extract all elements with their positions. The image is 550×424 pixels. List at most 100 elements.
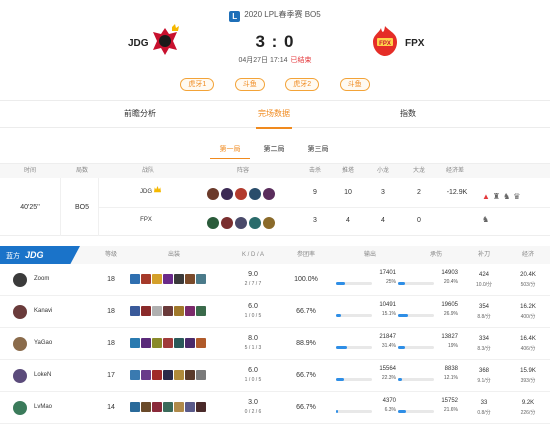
item-icon[interactable] xyxy=(130,338,140,348)
player-avatar[interactable] xyxy=(13,305,27,319)
first-tower-icon: ♜ xyxy=(492,192,501,201)
item-icon[interactable] xyxy=(130,306,140,316)
champion-icon[interactable] xyxy=(235,187,247,200)
player-name[interactable]: LvMao xyxy=(34,404,52,410)
item-icon[interactable] xyxy=(152,274,162,284)
tab-game-3[interactable]: 第三局 xyxy=(298,142,338,158)
tab-game-2[interactable]: 第二局 xyxy=(254,142,294,158)
champion-icon[interactable] xyxy=(249,187,261,200)
item-icon[interactable] xyxy=(130,370,140,380)
tab-post-match-data[interactable]: 完场数据 xyxy=(244,101,304,129)
player-name[interactable]: Kanavi xyxy=(34,308,52,314)
item-icon[interactable] xyxy=(130,274,140,284)
league-info: L 2020 LPL春季赛 BO5 xyxy=(0,9,550,22)
stream-button-huya-2[interactable]: 虎牙2 xyxy=(285,78,320,91)
player-name[interactable]: LokeN xyxy=(34,372,51,378)
item-icon[interactable] xyxy=(185,274,195,284)
player-name[interactable]: YaGao xyxy=(34,340,52,346)
game-tabs: 第一局 第二局 第三局 xyxy=(0,142,550,162)
item-icon[interactable] xyxy=(141,402,151,412)
item-icon[interactable] xyxy=(174,274,184,284)
gold-per-minute: 226/分 xyxy=(520,410,536,416)
tab-preview-analysis[interactable]: 前瞻分析 xyxy=(110,101,170,128)
item-icon[interactable] xyxy=(196,274,206,284)
fpx-towers: 4 xyxy=(346,217,350,224)
item-icon[interactable] xyxy=(163,338,173,348)
game-duration: 40'25'' xyxy=(20,204,40,211)
team-right-name[interactable]: FPX xyxy=(405,38,424,49)
champion-icon[interactable] xyxy=(249,216,261,229)
damage-taken-bar-fill xyxy=(398,282,406,285)
item-icon[interactable] xyxy=(152,306,162,316)
item-icon[interactable] xyxy=(174,370,184,380)
damage-taken-value: 15752 xyxy=(441,398,458,404)
champion-icon[interactable] xyxy=(207,187,219,200)
item-icon[interactable] xyxy=(185,306,195,316)
damage-taken-stat: 15752 21.6% xyxy=(398,394,458,422)
item-icon[interactable] xyxy=(141,370,151,380)
damage-bar-fill xyxy=(336,410,339,413)
cs-value: 368 xyxy=(478,368,489,374)
player-name[interactable]: Zoom xyxy=(34,276,49,282)
item-icon[interactable] xyxy=(152,402,162,412)
league-title: 2020 LPL春季赛 BO5 xyxy=(244,10,321,19)
item-icon[interactable] xyxy=(196,306,206,316)
player-avatar[interactable] xyxy=(13,273,27,287)
item-icon[interactable] xyxy=(163,274,173,284)
header-games: 局数 xyxy=(75,168,88,174)
gold-value: 15.9K xyxy=(520,368,536,374)
kda-ratio: 8.0 xyxy=(248,335,258,342)
item-icon[interactable] xyxy=(141,306,151,316)
gold-per-minute: 406/分 xyxy=(520,346,536,352)
item-icon[interactable] xyxy=(196,370,206,380)
damage-share: 15.1% xyxy=(381,311,396,317)
champion-icon[interactable] xyxy=(221,216,233,229)
item-icon[interactable] xyxy=(141,338,151,348)
stream-button-huya-1[interactable]: 虎牙1 xyxy=(180,78,215,91)
player-avatar[interactable] xyxy=(13,401,27,415)
damage-bar xyxy=(336,282,372,285)
creep-score: 33 0.8/分 xyxy=(471,394,497,422)
item-icon[interactable] xyxy=(185,402,195,412)
player-row[interactable]: LokeN 17 6.0 1 / 0 / 5 66.7% 15564 22.3%… xyxy=(0,360,550,392)
item-icon[interactable] xyxy=(174,402,184,412)
item-icon[interactable] xyxy=(196,338,206,348)
item-icon[interactable] xyxy=(152,370,162,380)
match-date: 04月27日 17:14 xyxy=(238,57,288,64)
item-icon[interactable] xyxy=(163,370,173,380)
kill-participation: 66.7% xyxy=(296,308,316,315)
summary-team-jdg[interactable]: JDG xyxy=(136,189,156,195)
stream-button-douyu-2[interactable]: 斗鱼 xyxy=(339,78,370,91)
item-icon[interactable] xyxy=(196,402,206,412)
item-icon[interactable] xyxy=(174,338,184,348)
fpx-logo-icon[interactable]: FPX xyxy=(368,24,402,58)
item-icon[interactable] xyxy=(141,274,151,284)
item-icon[interactable] xyxy=(152,338,162,348)
item-icon[interactable] xyxy=(130,402,140,412)
player-avatar[interactable] xyxy=(13,337,27,351)
player-row[interactable]: YaGao 18 8.0 5 / 1 / 3 88.9% 21847 31.4%… xyxy=(0,328,550,360)
tab-odds-index[interactable]: 指数 xyxy=(378,101,438,128)
kill-participation: 100.0% xyxy=(294,276,318,283)
champion-icon[interactable] xyxy=(235,216,247,229)
summary-team-fpx[interactable]: FPX xyxy=(136,217,156,223)
champion-icon[interactable] xyxy=(207,216,219,229)
player-row[interactable]: Zoom 18 9.0 2 / 7 / 7 100.0% 17401 25% 1… xyxy=(0,264,550,296)
item-icon[interactable] xyxy=(174,306,184,316)
kill-participation: 66.7% xyxy=(296,372,316,379)
player-row[interactable]: LvMao 14 3.0 0 / 2 / 6 66.7% 4370 6.3% 1… xyxy=(0,392,550,424)
tab-game-1[interactable]: 第一局 xyxy=(210,142,250,159)
item-icon[interactable] xyxy=(163,306,173,316)
cs-value: 33 xyxy=(480,400,488,406)
stream-button-douyu-1[interactable]: 斗鱼 xyxy=(234,78,265,91)
champion-icon[interactable] xyxy=(221,187,233,200)
champion-icon[interactable] xyxy=(263,216,275,229)
damage-bar xyxy=(336,378,372,381)
damage-taken-bar-fill xyxy=(398,378,403,381)
item-icon[interactable] xyxy=(163,402,173,412)
player-row[interactable]: Kanavi 18 6.0 1 / 0 / 5 66.7% 10491 15.1… xyxy=(0,296,550,328)
item-icon[interactable] xyxy=(185,338,195,348)
champion-icon[interactable] xyxy=(263,187,275,200)
player-avatar[interactable] xyxy=(13,369,27,383)
item-icon[interactable] xyxy=(185,370,195,380)
